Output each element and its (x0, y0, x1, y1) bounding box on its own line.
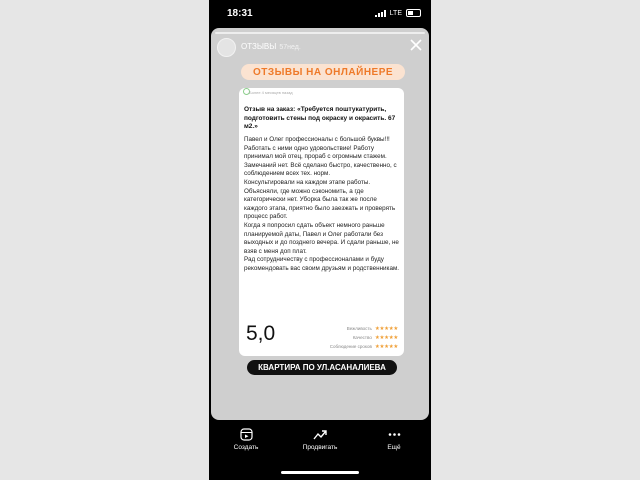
overall-rating: 5,0 (246, 322, 276, 345)
review-paragraph: Когда я попросил сдать объект немного ра… (244, 221, 399, 255)
review-paragraph: Рад сотрудничеству с профессионалами и б… (244, 256, 400, 272)
promote-label: Продвигать (302, 444, 338, 451)
status-bar: 18:31 LTE (209, 0, 431, 28)
close-icon[interactable] (409, 38, 423, 52)
network-label: LTE (389, 9, 402, 17)
story-age: 57нед. (279, 44, 301, 51)
signal-icon (374, 9, 386, 17)
criterion-row: Вежливость ★★★★★ (288, 324, 399, 333)
story-toolbar: Создать Продвигать Ещё (209, 428, 431, 460)
story-progress-bar (215, 32, 425, 34)
criteria-list: Вежливость ★★★★★ Качество ★★★★★ Соблюдение… (288, 324, 399, 351)
star-rating-icon: ★★★★★ (374, 343, 398, 350)
more-dots-icon (388, 433, 400, 436)
review-title: Отзыв на заказ: «Требуется поштукатурить… (244, 106, 396, 130)
status-indicators: LTE (374, 9, 421, 17)
promote-button[interactable]: Продвигать (290, 428, 350, 460)
star-rating-icon: ★★★★★ (374, 325, 398, 332)
criterion-row: Качество ★★★★★ (288, 333, 398, 342)
star-rating-icon: ★★★★★ (374, 334, 398, 341)
review-date: Более 4 месяцев назад (249, 90, 293, 95)
review-body: Павел и Олег профессионалы с большой бук… (244, 136, 400, 274)
create-reel-icon (239, 428, 253, 441)
create-label: Создать (233, 444, 259, 451)
phone-screen: 18:31 LTE ОТЗЫВЫ 57нед. ОТЗЫВЫ НА ОНЛАЙНЕ… (209, 0, 431, 480)
story-view[interactable]: ОТЗЫВЫ 57нед. ОТЗЫВЫ НА ОНЛАЙНЕРЕ Более 4… (211, 28, 429, 420)
review-paragraph: Консультировали на каждом этапе работы. … (244, 178, 396, 221)
promote-trend-icon (313, 430, 327, 440)
battery-icon (406, 9, 421, 17)
more-label: Ещё (387, 444, 401, 451)
home-indicator[interactable] (281, 471, 359, 474)
review-paragraph: Павел и Олег профессионалы с большой бук… (244, 136, 397, 178)
avatar[interactable] (217, 38, 236, 57)
header-pill: ОТЗЫВЫ НА ОНЛАЙНЕРЕ (241, 64, 405, 80)
criterion-label: Качество (352, 335, 372, 340)
review-card: Более 4 месяцев назад Отзыв на заказ: «Т… (239, 88, 404, 356)
username[interactable]: ОТЗЫВЫ (241, 42, 276, 51)
status-time: 18:31 (227, 8, 253, 19)
more-button[interactable]: Ещё (364, 428, 424, 460)
criterion-label: Вежливость (346, 326, 372, 331)
create-button[interactable]: Создать (216, 428, 276, 460)
criterion-label: Соблюдение сроков (329, 344, 372, 349)
criterion-row: Соблюдение сроков ★★★★★ (288, 342, 399, 351)
story-user[interactable]: ОТЗЫВЫ 57нед. (241, 42, 301, 51)
footer-pill: КВАРТИРА ПО УЛ.АСАНАЛИЕВА (247, 360, 397, 375)
